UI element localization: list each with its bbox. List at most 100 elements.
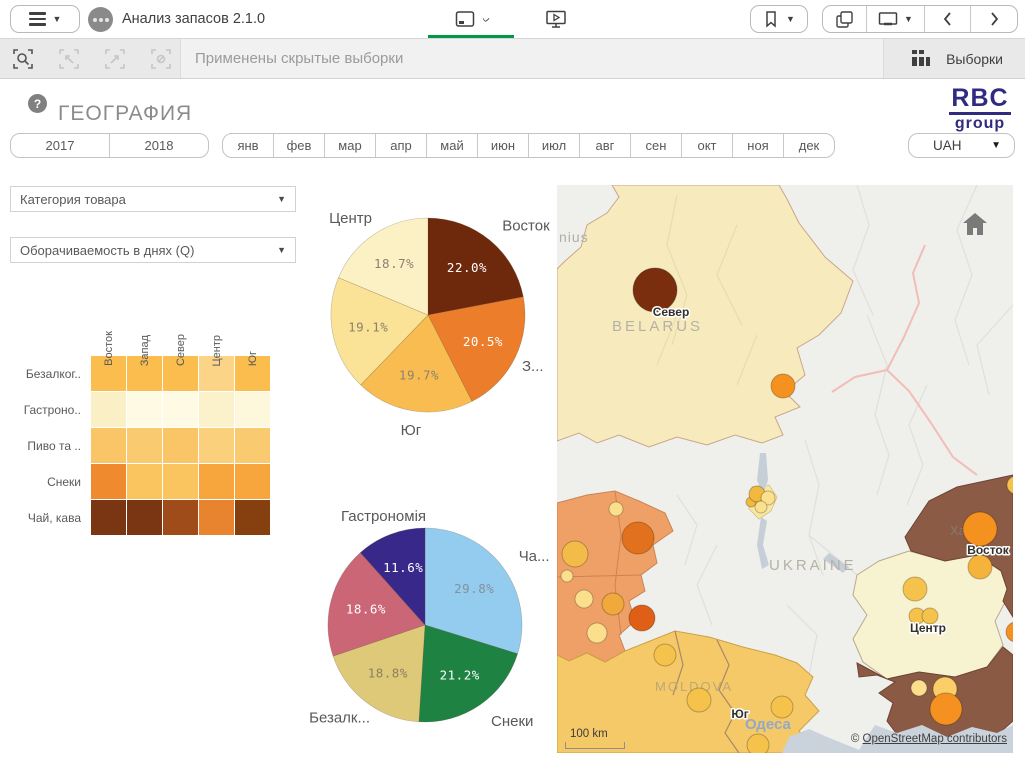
- rbc-logo-subtext: group: [947, 116, 1013, 132]
- map-bubble-12[interactable]: [629, 605, 655, 631]
- pie-pct-label: 18.6%: [346, 601, 386, 616]
- heatmap-col-label: Север: [175, 334, 187, 366]
- map-bubble-22[interactable]: [968, 555, 992, 579]
- rbc-logo-text: RBC: [949, 86, 1010, 115]
- map-bubble-13[interactable]: [587, 623, 607, 643]
- currency-dropdown[interactable]: UAH ▼: [908, 133, 1015, 158]
- selections-search-button[interactable]: [12, 48, 34, 70]
- map-bubble-6[interactable]: [755, 501, 767, 513]
- heatmap-row-Гастроно..[interactable]: Гастроно..: [10, 392, 90, 427]
- map-bubble-20[interactable]: [930, 693, 962, 725]
- heatmap-cell-4-3[interactable]: [199, 500, 234, 535]
- heatmap-row-Пиво та ..[interactable]: Пиво та ..: [10, 428, 90, 463]
- heatmap-cell-4-0[interactable]: [91, 500, 126, 535]
- turnover-dropdown[interactable]: Оборачиваемость в днях (Q) ▼: [10, 237, 296, 263]
- map-bubble-18[interactable]: [911, 680, 927, 696]
- selections-step-forward-button[interactable]: [104, 48, 126, 70]
- present-button[interactable]: [540, 4, 572, 34]
- map-bubble-7[interactable]: [622, 522, 654, 554]
- bookmark-icon: [763, 10, 779, 28]
- heatmap-cell-2-4[interactable]: [235, 428, 270, 463]
- heatmap-cell-4-4[interactable]: [235, 500, 270, 535]
- pie-pct-label: 20.5%: [463, 334, 503, 349]
- map-bubble-14[interactable]: [654, 644, 676, 666]
- map-home-button[interactable]: [961, 211, 991, 241]
- year-button-2017[interactable]: 2017: [11, 134, 109, 157]
- map-scale-label: 100 km: [570, 728, 608, 740]
- heatmap-cell-1-1[interactable]: [127, 392, 162, 427]
- category-dropdown[interactable]: Категория товара ▼: [10, 186, 296, 212]
- pie-pct-label: 18.8%: [368, 666, 408, 681]
- heatmap-cell-2-0[interactable]: [91, 428, 126, 463]
- month-button-апр[interactable]: апр: [375, 134, 426, 157]
- map-bubble-2[interactable]: [609, 502, 623, 516]
- month-button-окт[interactable]: окт: [681, 134, 732, 157]
- heatmap-cell-3-4[interactable]: [235, 464, 270, 499]
- duplicate-sheet-button[interactable]: [823, 6, 866, 32]
- month-button-июл[interactable]: июл: [528, 134, 579, 157]
- map-bubble-21[interactable]: [963, 512, 997, 546]
- month-button-янв[interactable]: янв: [223, 134, 273, 157]
- selections-toolbar: Применены скрытые выборки Выборки: [0, 39, 1025, 79]
- sheet-selector-button[interactable]: ᨆ: [442, 4, 504, 34]
- pie-chart-categories: 29.8%Ча...21.2%Снеки18.8%Безалк...18.6%1…: [298, 500, 556, 758]
- prev-sheet-button[interactable]: [924, 6, 970, 32]
- selections-clear-button[interactable]: [150, 48, 172, 70]
- map-bubble-11[interactable]: [602, 593, 624, 615]
- help-button[interactable]: ?: [28, 94, 47, 113]
- map-bubble-10[interactable]: [575, 590, 593, 608]
- sheet-view-button[interactable]: ▼: [866, 6, 924, 32]
- heatmap-cell-3-2[interactable]: [163, 464, 198, 499]
- selections-tool-button[interactable]: Выборки: [910, 39, 1025, 78]
- heatmap-cell-2-1[interactable]: [127, 428, 162, 463]
- app-thumbnail-icon: [88, 7, 113, 32]
- map-bubble-16[interactable]: [771, 696, 793, 718]
- osm-attribution-link[interactable]: OpenStreetMap contributors: [863, 733, 1007, 745]
- pie-outside-label: Юг: [401, 422, 422, 439]
- map-bubble-9[interactable]: [561, 570, 573, 582]
- map-bubble-15[interactable]: [687, 688, 711, 712]
- pie-pct-label: 29.8%: [454, 581, 494, 596]
- map-bubble-23[interactable]: [903, 577, 927, 601]
- pie-pct-label: 21.2%: [440, 667, 480, 682]
- heatmap-row-Снеки[interactable]: Снеки: [10, 464, 90, 499]
- monitor-icon: [878, 10, 898, 28]
- heatmap-cell-3-1[interactable]: [127, 464, 162, 499]
- month-button-дек[interactable]: дек: [783, 134, 834, 157]
- month-button-мар[interactable]: мар: [324, 134, 375, 157]
- heatmap-cell-2-3[interactable]: [199, 428, 234, 463]
- month-button-сен[interactable]: сен: [630, 134, 681, 157]
- heatmap-cell-1-0[interactable]: [91, 392, 126, 427]
- chevron-down-icon: ▼: [991, 140, 1001, 151]
- heatmap-cell-4-1[interactable]: [127, 500, 162, 535]
- map-region-label-Восток: Восток: [967, 543, 1010, 557]
- heatmap-cell-1-3[interactable]: [199, 392, 234, 427]
- global-menu-button[interactable]: ▼: [10, 5, 80, 33]
- map-bubble-8[interactable]: [562, 541, 588, 567]
- map-place-label-BELARUS: BELARUS: [612, 318, 703, 335]
- heatmap-cell-1-4[interactable]: [235, 392, 270, 427]
- next-sheet-button[interactable]: [970, 6, 1017, 32]
- heatmap-row-Безалког..[interactable]: Безалког..: [10, 356, 90, 391]
- map-bubble-17[interactable]: [747, 734, 769, 753]
- year-filter: 20172018: [10, 133, 209, 158]
- bookmark-button[interactable]: ▼: [750, 5, 808, 33]
- month-button-май[interactable]: май: [426, 134, 477, 157]
- month-button-июн[interactable]: июн: [477, 134, 528, 157]
- heatmap-cell-3-0[interactable]: [91, 464, 126, 499]
- heatmap-col-label: Центр: [211, 335, 223, 367]
- month-button-ноя[interactable]: ноя: [732, 134, 783, 157]
- selections-tool-grid-icon: [910, 49, 930, 68]
- selections-step-back-button[interactable]: [58, 48, 80, 70]
- heatmap-cell-2-2[interactable]: [163, 428, 198, 463]
- year-button-2018[interactable]: 2018: [109, 134, 208, 157]
- map-scale-bar: [565, 742, 625, 749]
- month-button-фев[interactable]: фев: [273, 134, 324, 157]
- heatmap-cell-3-3[interactable]: [199, 464, 234, 499]
- month-button-авг[interactable]: авг: [579, 134, 630, 157]
- heatmap-cell-4-2[interactable]: [163, 500, 198, 535]
- heatmap-row-Чай, кава[interactable]: Чай, кава: [10, 500, 90, 535]
- map-bubble-1[interactable]: [771, 374, 795, 398]
- copyright-symbol: ©: [851, 733, 863, 745]
- heatmap-cell-1-2[interactable]: [163, 392, 198, 427]
